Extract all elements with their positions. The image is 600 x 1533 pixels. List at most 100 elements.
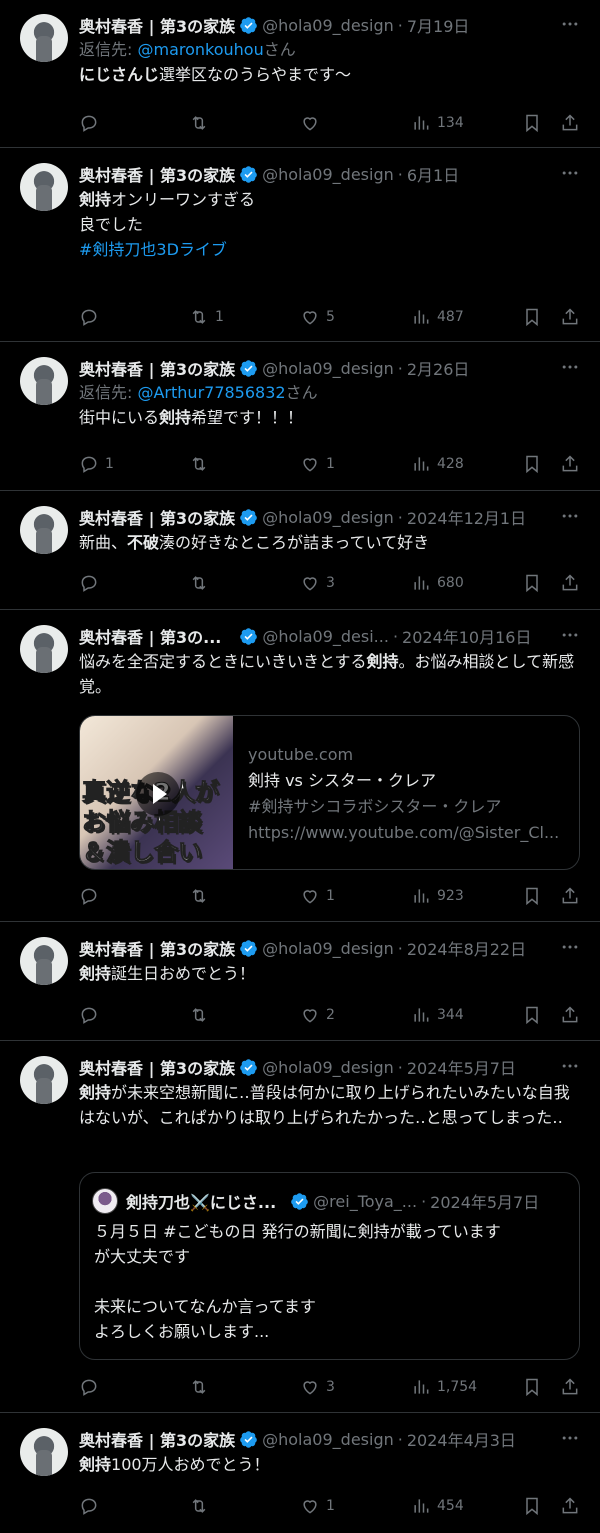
avatar[interactable] [20, 625, 68, 673]
retweet-button[interactable] [189, 885, 215, 907]
like-button[interactable]: 5 [300, 306, 335, 328]
views-button[interactable]: 134 [411, 112, 464, 134]
more-icon[interactable] [560, 163, 580, 183]
tweet-date[interactable]: 2月26日 [407, 356, 470, 380]
bookmark-button[interactable] [522, 112, 542, 134]
reply-button[interactable] [79, 112, 105, 134]
like-button[interactable]: 1 [300, 453, 335, 475]
avatar[interactable] [20, 14, 68, 62]
more-icon[interactable] [560, 14, 580, 34]
play-icon[interactable] [136, 772, 180, 816]
reply-button[interactable] [79, 306, 105, 328]
share-button[interactable] [560, 1495, 580, 1517]
author-handle[interactable]: @hola09_design [262, 16, 394, 35]
retweet-button[interactable] [189, 112, 215, 134]
like-button[interactable]: 3 [300, 572, 335, 594]
bookmark-button[interactable] [522, 885, 542, 907]
avatar[interactable] [20, 506, 68, 554]
quote-tweet[interactable]: 剣持刀也⚔️にじさ... @rei_Toya_... · 2024年5月7日 ５… [79, 1172, 580, 1360]
tweet[interactable]: 奥村春香 | 第3の... @hola09_desi... · 2024年10月… [0, 611, 600, 922]
reply-button[interactable] [79, 1495, 105, 1517]
views-button[interactable]: 428 [411, 453, 464, 475]
video-thumbnail[interactable]: 真逆な2人が お悩み相談 ＆潰し合い [80, 716, 233, 869]
retweet-button[interactable] [189, 1495, 215, 1517]
reply-button[interactable]: 1 [79, 453, 114, 475]
avatar[interactable] [20, 163, 68, 211]
views-button[interactable]: 923 [411, 885, 464, 907]
like-button[interactable]: 2 [300, 1004, 335, 1026]
tweet[interactable]: 奥村春香 | 第3の家族 @hola09_design · 2024年12月1日… [0, 492, 600, 610]
share-button[interactable] [560, 1004, 580, 1026]
tweet-date[interactable]: 2024年4月3日 [407, 1427, 516, 1451]
share-button[interactable] [560, 453, 580, 475]
more-icon[interactable] [560, 1056, 580, 1076]
retweet-button[interactable] [189, 1004, 215, 1026]
views-button[interactable]: 1,754 [411, 1376, 477, 1398]
share-button[interactable] [560, 885, 580, 907]
tweet-date[interactable]: 2024年5月7日 [407, 1055, 516, 1079]
tweet[interactable]: 奥村春香 | 第3の家族 @hola09_design · 2024年8月22日… [0, 923, 600, 1041]
tweet-date[interactable]: 2024年10月16日 [402, 624, 531, 648]
tweet[interactable]: 奥村春香 | 第3の家族 @hola09_design · 2月26日 返信先:… [0, 343, 600, 491]
bookmark-button[interactable] [522, 1376, 542, 1398]
more-icon[interactable] [560, 357, 580, 377]
bookmark-button[interactable] [522, 1495, 542, 1517]
author-handle[interactable]: @hola09_desi... [262, 627, 389, 646]
tweet[interactable]: 奥村春香 | 第3の家族 @hola09_design · 2024年4月3日 … [0, 1414, 600, 1533]
avatar[interactable] [20, 1056, 68, 1104]
share-button[interactable] [560, 306, 580, 328]
tweet[interactable]: 奥村春香 | 第3の家族 @hola09_design · 7月19日 返信先:… [0, 0, 600, 148]
share-button[interactable] [560, 1376, 580, 1398]
views-button[interactable]: 487 [411, 306, 464, 328]
like-button[interactable]: 1 [300, 885, 335, 907]
author-handle[interactable]: @hola09_design [262, 508, 394, 527]
tweet-date[interactable]: 6月1日 [407, 162, 459, 186]
author-handle[interactable]: @hola09_design [262, 939, 394, 958]
author-name[interactable]: 奥村春香 | 第3の家族 [79, 356, 235, 380]
like-button[interactable]: 3 [300, 1376, 335, 1398]
bookmark-button[interactable] [522, 572, 542, 594]
share-button[interactable] [560, 112, 580, 134]
more-icon[interactable] [560, 625, 580, 645]
more-icon[interactable] [560, 506, 580, 526]
bookmark-button[interactable] [522, 1004, 542, 1026]
reply-button[interactable] [79, 1376, 105, 1398]
author-name[interactable]: 奥村春香 | 第3の家族 [79, 13, 235, 37]
views-button[interactable]: 344 [411, 1004, 464, 1026]
author-handle[interactable]: @hola09_design [262, 359, 394, 378]
author-name[interactable]: 奥村春香 | 第3の家族 [79, 1055, 235, 1079]
retweet-button[interactable]: 1 [189, 306, 224, 328]
author-handle[interactable]: @hola09_design [262, 1430, 394, 1449]
tweet-date[interactable]: 7月19日 [407, 13, 470, 37]
reply-button[interactable] [79, 572, 105, 594]
author-name[interactable]: 奥村春香 | 第3の家族 [79, 505, 235, 529]
avatar[interactable] [20, 937, 68, 985]
tweet[interactable]: 奥村春香 | 第3の家族 @hola09_design · 6月1日 剣持オンリ… [0, 149, 600, 342]
link-card[interactable]: 真逆な2人が お悩み相談 ＆潰し合い youtube.com 剣持 vs シスタ… [79, 715, 580, 870]
retweet-button[interactable] [189, 572, 215, 594]
views-button[interactable]: 454 [411, 1495, 464, 1517]
author-name[interactable]: 奥村春香 | 第3の家族 [79, 936, 235, 960]
retweet-button[interactable] [189, 1376, 215, 1398]
reply-button[interactable] [79, 1004, 105, 1026]
reply-button[interactable] [79, 885, 105, 907]
hashtag-link[interactable]: #剣持刀也3Dライブ [79, 240, 227, 259]
like-button[interactable]: 1 [300, 1495, 335, 1517]
bookmark-button[interactable] [522, 306, 542, 328]
retweet-button[interactable] [189, 453, 215, 475]
author-name[interactable]: 奥村春香 | 第3の家族 [79, 162, 235, 186]
tweet[interactable]: 奥村春香 | 第3の家族 @hola09_design · 2024年5月7日 … [0, 1042, 600, 1413]
author-name[interactable]: 奥村春香 | 第3の家族 [79, 1427, 235, 1451]
like-button[interactable] [300, 112, 326, 134]
tweet-date[interactable]: 2024年12月1日 [407, 505, 526, 529]
tweet-date[interactable]: 2024年8月22日 [407, 936, 526, 960]
author-handle[interactable]: @hola09_design [262, 165, 394, 184]
more-icon[interactable] [560, 937, 580, 957]
author-name[interactable]: 奥村春香 | 第3の... [79, 624, 221, 648]
bookmark-button[interactable] [522, 453, 542, 475]
author-handle[interactable]: @hola09_design [262, 1058, 394, 1077]
more-icon[interactable] [560, 1428, 580, 1448]
views-button[interactable]: 680 [411, 572, 464, 594]
mention-link[interactable]: @maronkouhou [137, 40, 263, 59]
share-button[interactable] [560, 572, 580, 594]
